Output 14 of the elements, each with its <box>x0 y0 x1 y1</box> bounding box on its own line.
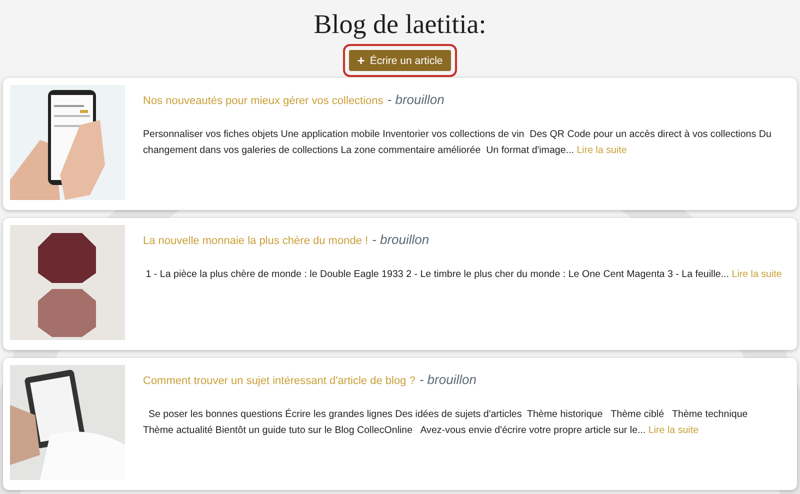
draft-status: - brouillon <box>387 92 444 107</box>
page-title: Blog de laetitia: <box>314 8 486 40</box>
read-more-link[interactable]: Lire la suite <box>732 269 782 280</box>
post-excerpt: 1 - La pièce la plus chère de monde : le Double Eagle 1933 2 - Le timbre le plus cher du monde : Le One Cent Magenta 3 - La feuille... Lire la suite <box>144 268 782 282</box>
draft-status: - brouillon <box>372 232 430 247</box>
read-more-link[interactable]: Lire la suite <box>576 145 627 156</box>
post-title-link[interactable]: Nos nouveautés pour mieux gérer vos collections <box>143 95 384 107</box>
post-title-link[interactable]: Comment trouver un sujet intéressant d'article de blog ? <box>143 375 416 387</box>
post-excerpt: Personnaliser vos fiches objets Une application mobile Inventorier vos collections de vin Des QR Code pour un accès direct à vos collections Du changement dans vos galeries de collections La zone commentaire améliorée Un format d'image... Lire la suite <box>143 128 772 158</box>
draft-status: - brouillon <box>419 372 476 387</box>
read-more-link[interactable]: Lire la suite <box>648 425 699 436</box>
post-title-link[interactable]: La nouvelle monnaie la plus chère du monde ! <box>143 235 368 247</box>
post-excerpt: Se poser les bonnes questions Écrire les grandes lignes Des idées de sujets d'articles Thème historique Thème ciblé Thème technique Thème actualité Bientôt un guide tuto sur le Blog CollecOnline Avez-vous envie d'écrire votre propre article sur le... Lire la suite <box>143 408 749 438</box>
write-article-button[interactable]: + Écrire un article <box>349 50 451 71</box>
